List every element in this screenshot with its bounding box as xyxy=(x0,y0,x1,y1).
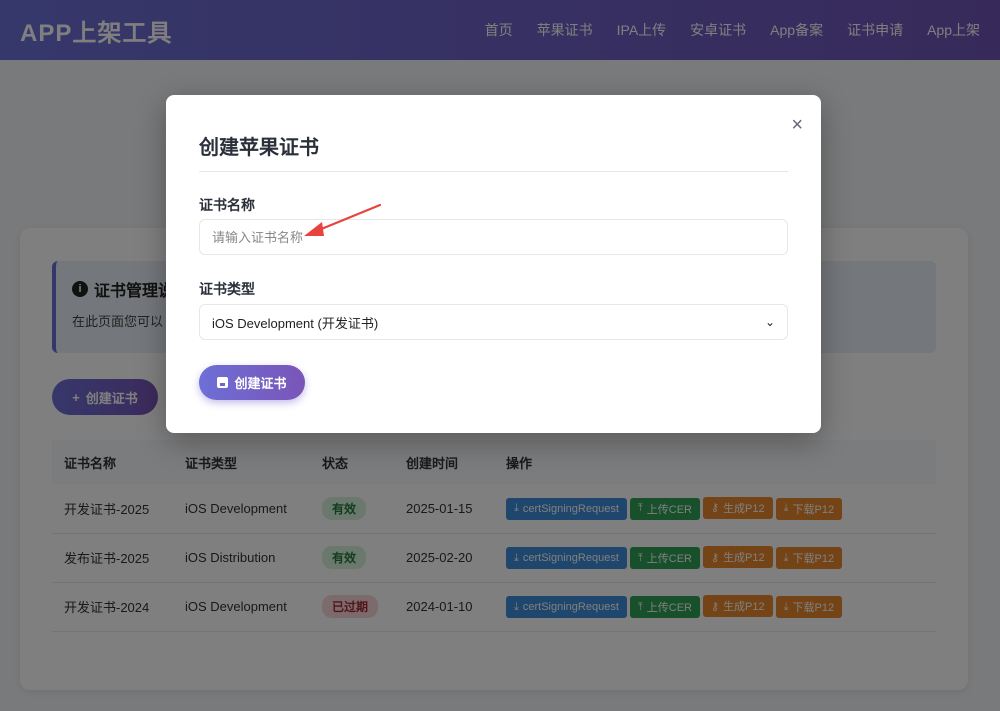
modal-divider xyxy=(199,171,788,172)
create-cert-modal: × 创建苹果证书 证书名称 证书类型 iOS Development (开发证书… xyxy=(166,95,821,433)
close-icon[interactable]: × xyxy=(791,115,803,135)
cert-type-value: iOS Development (开发证书) xyxy=(212,315,379,331)
create-cert-submit-button[interactable]: 创建证书 xyxy=(199,365,305,400)
cert-type-label: 证书类型 xyxy=(199,281,255,297)
chevron-down-icon: ⌄ xyxy=(764,315,775,329)
annotation-arrow-icon xyxy=(304,203,382,236)
cert-name-label: 证书名称 xyxy=(199,197,255,213)
cert-type-select[interactable]: iOS Development (开发证书) ⌄ xyxy=(199,304,788,340)
submit-label: 创建证书 xyxy=(234,376,287,391)
modal-title: 创建苹果证书 xyxy=(199,137,319,159)
cert-name-input[interactable] xyxy=(199,219,788,255)
save-icon xyxy=(217,377,229,388)
